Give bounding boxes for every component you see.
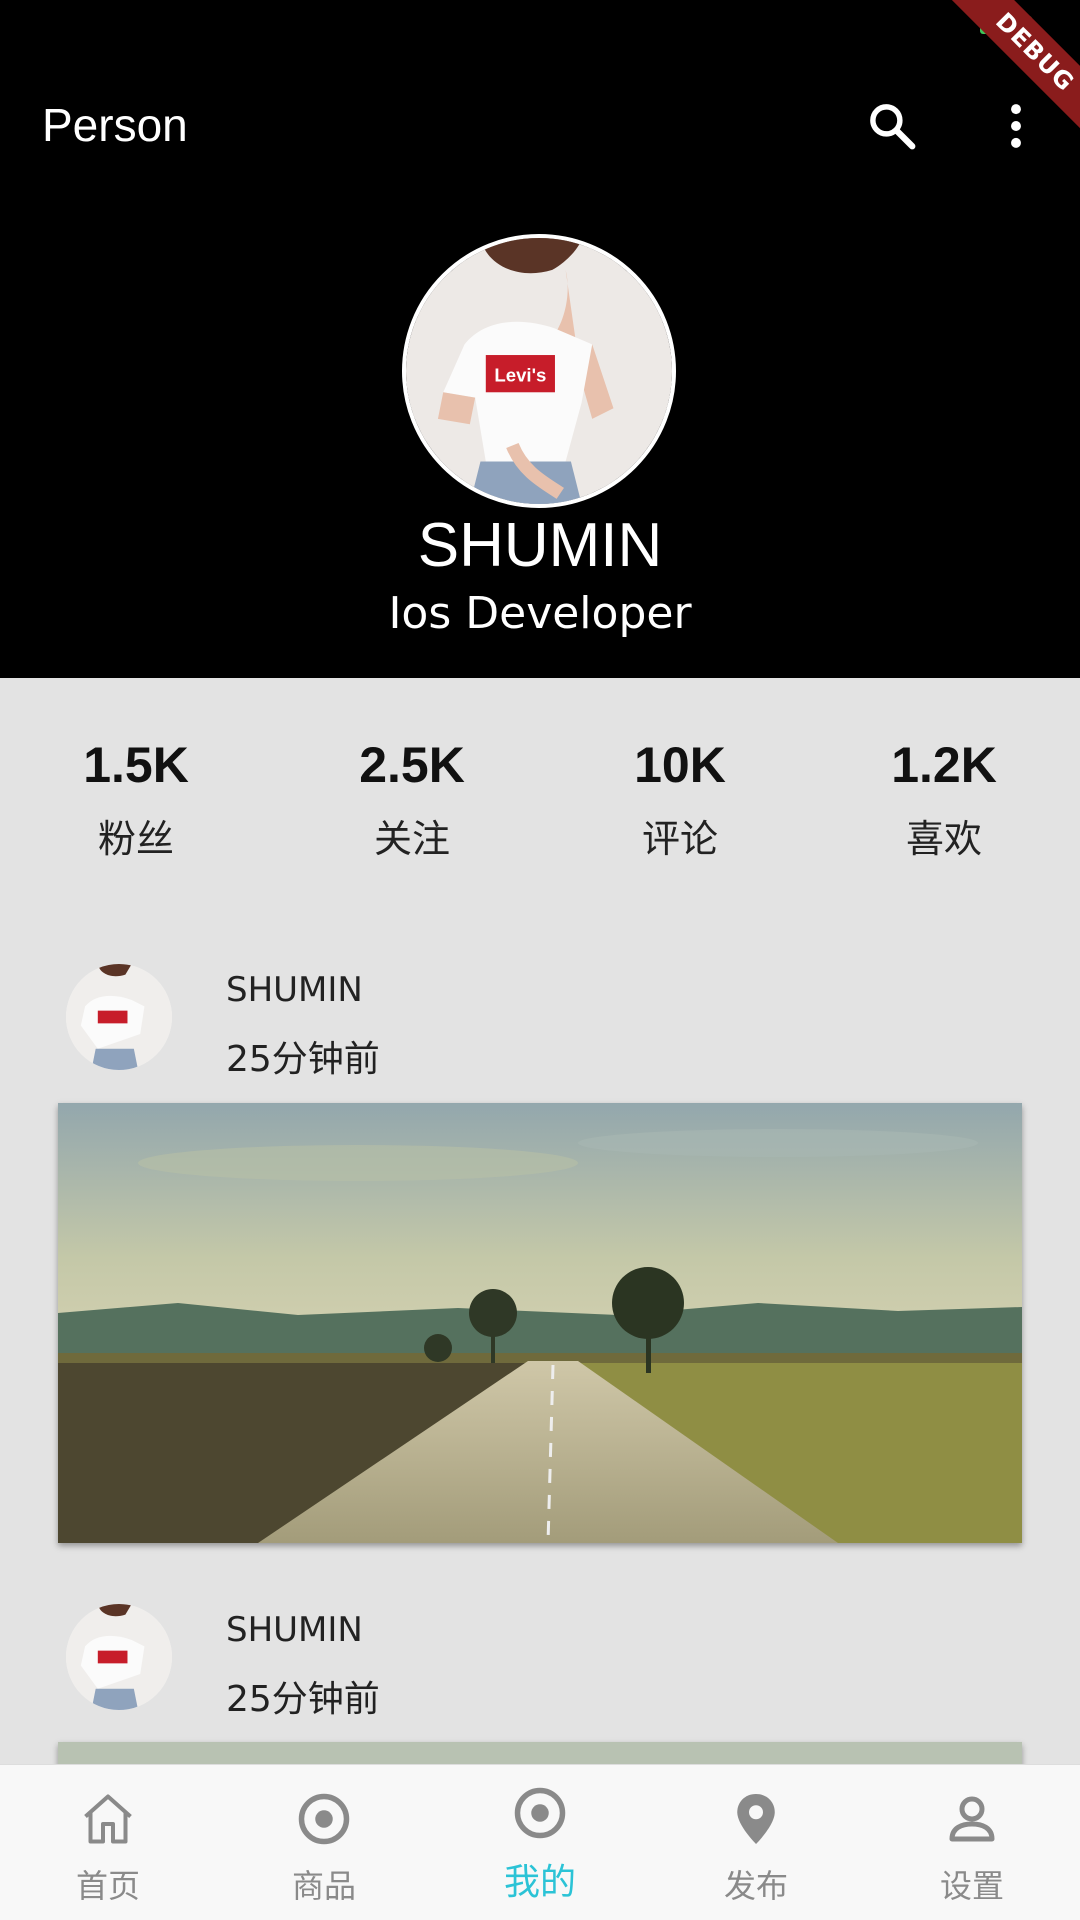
nav-label: 发布 [723,1867,788,1905]
stat-value: 1.2K [891,737,997,793]
nav-label: 我的 [503,1862,576,1903]
nav-item-home[interactable]: 首页 [0,1765,216,1920]
nav-label: 首页 [75,1867,140,1905]
post-header[interactable]: SHUMIN 25分钟前 [0,964,1080,1080]
avatar-photo [66,1604,172,1710]
post-time: 25分钟前 [226,1679,380,1720]
stat-comments[interactable]: 10K 评论 [580,736,780,863]
more-options-button[interactable] [986,96,1046,156]
stat-label: 喜欢 [905,817,982,861]
stat-value: 2.5K [359,737,465,793]
svg-text:Levi's: Levi's [494,365,546,386]
post-header[interactable]: SHUMIN 25分钟前 [0,1604,1080,1720]
page-title: Person [42,99,188,151]
avatar-photo [66,964,172,1070]
radio-icon [298,1793,350,1845]
location-pin-icon [737,1794,775,1844]
post-author: SHUMIN [226,1610,363,1650]
stat-value: 1.5K [83,737,189,793]
stat-likes[interactable]: 1.2K 喜欢 [844,736,1044,863]
avatar[interactable] [66,1604,172,1710]
nav-label: 设置 [939,1867,1004,1905]
nav-item-publish[interactable]: 发布 [648,1765,864,1920]
profile-role: Ios Developer [388,588,692,639]
landscape-road-image [58,1103,1022,1543]
debug-label: DEBUG [990,7,1080,97]
post-author: SHUMIN [226,970,363,1010]
stat-value: 10K [634,737,726,793]
stat-label: 关注 [373,817,450,861]
avatar[interactable] [66,964,172,1070]
nav-label: 商品 [291,1867,356,1905]
stat-following[interactable]: 2.5K 关注 [312,736,512,863]
profile-avatar[interactable]: Levi's [402,234,676,508]
search-button[interactable] [862,96,922,156]
person-icon [949,1796,995,1842]
stat-fans[interactable]: 1.5K 粉丝 [36,736,236,863]
nav-item-products[interactable]: 商品 [216,1765,432,1920]
nav-item-mine[interactable]: 我的 [432,1765,648,1920]
search-icon [870,104,916,150]
avatar-photo: Levi's [406,238,672,504]
stat-label: 评论 [641,817,718,861]
post-time: 25分钟前 [226,1039,380,1080]
bottom-navigation: 首页 商品 我的 发布 设置 [0,1764,1080,1920]
home-icon [84,1794,132,1844]
stat-label: 粉丝 [97,817,174,861]
nav-item-settings[interactable]: 设置 [864,1765,1080,1920]
profile-header: DEBUG Person Levi's SHUMIN Ios Developer [0,0,1080,678]
profile-name: SHUMIN [417,511,663,580]
stats-row: 1.5K 粉丝 2.5K 关注 10K 评论 1.2K 喜欢 [0,736,1080,866]
more-vert-icon [1011,104,1021,148]
post-image[interactable] [58,1103,1022,1543]
radio-icon [514,1787,566,1839]
